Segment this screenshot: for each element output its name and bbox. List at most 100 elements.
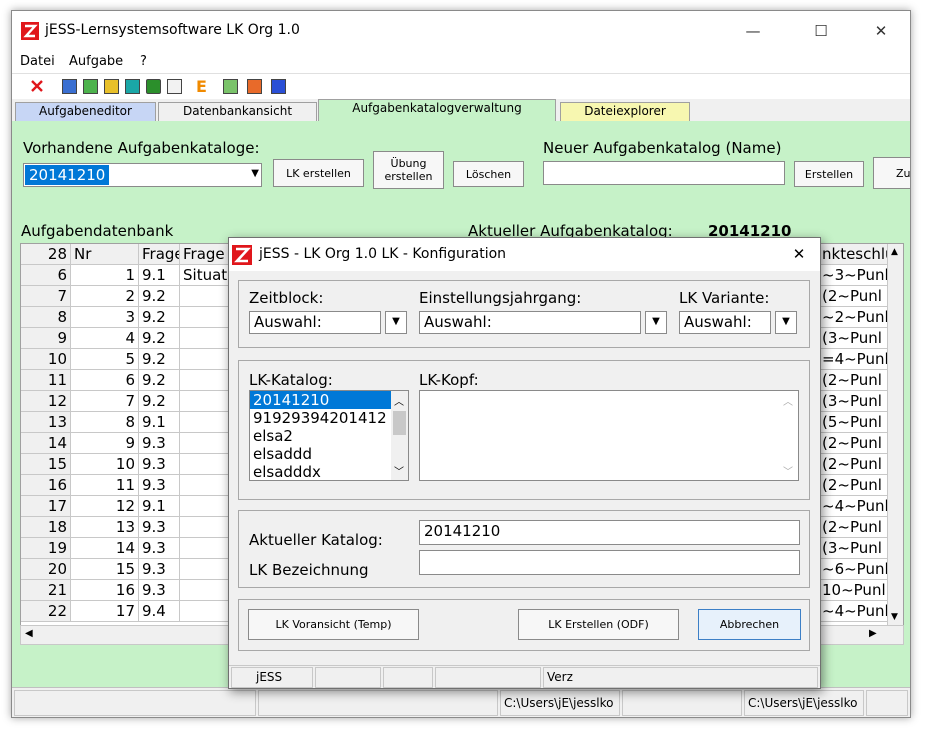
menu-datei[interactable]: Datei	[20, 54, 55, 69]
tab-aufgabeneditor[interactable]: Aufgabeneditor	[15, 102, 156, 121]
chevron-down-icon[interactable]: ▼	[251, 168, 259, 179]
row-header-cell[interactable]: 14	[21, 433, 71, 454]
aktueller-katalog-field[interactable]: 20141210	[419, 520, 800, 545]
list-item[interactable]: elsadddx	[250, 463, 391, 480]
catalog-cell[interactable]: ~3~Punl	[819, 265, 889, 286]
minimize-button[interactable]: —	[730, 11, 776, 51]
table-cell[interactable]: 14	[71, 538, 139, 559]
catalog-cell[interactable]: ~6~Punl	[819, 559, 889, 580]
scroll-left-icon[interactable]: ◀	[25, 628, 33, 639]
exit-icon[interactable]	[271, 79, 286, 94]
katalog-scrollbar[interactable]: ︿ ﹀	[391, 391, 408, 480]
table-cell[interactable]: 3	[71, 307, 139, 328]
catalog-cell[interactable]: (3~Punl	[819, 391, 889, 412]
zeitblock-select[interactable]: Auswahl:	[249, 311, 381, 334]
chevron-up-icon[interactable]: ︿	[394, 393, 404, 408]
katalog-scroll-thumb[interactable]	[393, 411, 406, 435]
catalog-cell[interactable]: (2~Punl	[819, 517, 889, 538]
table-cell[interactable]: 9.2	[139, 307, 180, 328]
list-item[interactable]: 20141210	[250, 391, 391, 409]
uebung-erstellen-button[interactable]: Übung erstellen	[373, 151, 444, 189]
scroll-down-icon[interactable]: ▼	[891, 612, 898, 622]
table-cell[interactable]: 9.2	[139, 370, 180, 391]
catalog-cell[interactable]: 10~Punl	[819, 580, 889, 601]
row-header-cell[interactable]: 15	[21, 454, 71, 475]
new-catalog-input[interactable]	[543, 161, 785, 185]
row-header-cell[interactable]: 9	[21, 328, 71, 349]
table-cell[interactable]: 9.3	[139, 475, 180, 496]
table-cell[interactable]: 9.1	[139, 412, 180, 433]
table-cell[interactable]: 15	[71, 559, 139, 580]
grid-header-frage[interactable]: Frage	[139, 244, 180, 265]
list-yellow-icon[interactable]	[104, 79, 119, 94]
row-header-cell[interactable]: 19	[21, 538, 71, 559]
menu-help[interactable]: ?	[140, 54, 147, 69]
table-cell[interactable]: 9	[71, 433, 139, 454]
table-cell[interactable]: 9.3	[139, 559, 180, 580]
lk-erstellen-button[interactable]: LK erstellen	[273, 159, 364, 187]
row-header-cell[interactable]: 16	[21, 475, 71, 496]
row-header-cell[interactable]: 8	[21, 307, 71, 328]
scroll-up-icon[interactable]: ▲	[891, 247, 898, 257]
catalog-cell[interactable]: (2~Punl	[819, 475, 889, 496]
grid-icon[interactable]	[223, 79, 238, 94]
folder-icon[interactable]	[146, 79, 161, 94]
table-cell[interactable]: 9.4	[139, 601, 180, 622]
catalog-cell[interactable]: (2~Punl	[819, 454, 889, 475]
catalog-cell[interactable]: ~4~Punl	[819, 601, 889, 622]
table-cell[interactable]: 9.3	[139, 517, 180, 538]
document-icon[interactable]	[167, 79, 182, 94]
menu-aufgabe[interactable]: Aufgabe	[69, 54, 123, 69]
table-cell[interactable]: 2	[71, 286, 139, 307]
row-header-cell[interactable]: 12	[21, 391, 71, 412]
puzzle-icon[interactable]	[247, 79, 262, 94]
catalog-cell[interactable]: (2~Punl	[819, 286, 889, 307]
row-header-cell[interactable]: 10	[21, 349, 71, 370]
zu-button[interactable]: Zu	[873, 157, 910, 189]
catalog-grid-header[interactable]: nkteschlü	[819, 244, 889, 265]
existing-catalog-select[interactable]: 20141210 ▼	[23, 163, 262, 187]
tab-aufgabenkatalogverwaltung[interactable]: Aufgabenkatalogverwaltung	[318, 99, 556, 121]
variante-dropdown-icon[interactable]: ▼	[775, 311, 797, 334]
table-cell[interactable]: 13	[71, 517, 139, 538]
list-item[interactable]: elsaddd	[250, 445, 391, 463]
jahrgang-dropdown-icon[interactable]: ▼	[645, 311, 667, 334]
table-cell[interactable]: 16	[71, 580, 139, 601]
catalog-cell[interactable]: (3~Punl	[819, 328, 889, 349]
table-cell[interactable]: 9.2	[139, 391, 180, 412]
abbrechen-button[interactable]: Abbrechen	[698, 609, 801, 640]
catalog-cell[interactable]: (2~Punl	[819, 433, 889, 454]
catalog-cell[interactable]: (5~Punl	[819, 412, 889, 433]
list-green-icon[interactable]	[83, 79, 98, 94]
catalog-cell[interactable]: ~2~Punl	[819, 307, 889, 328]
table-cell[interactable]: 10	[71, 454, 139, 475]
erstellen-button[interactable]: Erstellen	[794, 161, 864, 187]
row-header-cell[interactable]: 21	[21, 580, 71, 601]
table-cell[interactable]: 9.2	[139, 349, 180, 370]
lk-bezeichnung-input[interactable]	[419, 550, 800, 575]
row-header-cell[interactable]: 7	[21, 286, 71, 307]
lk-kopf-textarea[interactable]: ︿ ﹀	[419, 390, 799, 481]
zeitblock-dropdown-icon[interactable]: ▼	[385, 311, 407, 334]
chevron-down-icon[interactable]: ﹀	[394, 463, 404, 478]
table-cell[interactable]: 9.3	[139, 580, 180, 601]
table-cell[interactable]: 1	[71, 265, 139, 286]
maximize-button[interactable]: ☐	[798, 11, 844, 51]
dialog-close-button[interactable]: ✕	[781, 238, 817, 271]
loeschen-button[interactable]: Löschen	[453, 161, 524, 187]
lk-katalog-list[interactable]: 20141210 91929394201412 elsa2 elsaddd elsadd…	[249, 390, 409, 481]
row-header-cell[interactable]: 20	[21, 559, 71, 580]
row-header-cell[interactable]: 13	[21, 412, 71, 433]
delete-icon[interactable]	[30, 79, 44, 93]
list-item[interactable]: 91929394201412	[250, 409, 391, 427]
tab-dateiexplorer[interactable]: Dateiexplorer	[560, 102, 690, 121]
table-cell[interactable]: 9.2	[139, 286, 180, 307]
table-cell[interactable]: 4	[71, 328, 139, 349]
table-cell[interactable]: 7	[71, 391, 139, 412]
grid-header-nr[interactable]: Nr	[71, 244, 139, 265]
table-cell[interactable]: 9.1	[139, 496, 180, 517]
table-cell[interactable]: 9.3	[139, 433, 180, 454]
close-button[interactable]: ✕	[858, 11, 904, 51]
table-cell[interactable]: 9.3	[139, 538, 180, 559]
tab-datenbankansicht[interactable]: Datenbankansicht	[158, 102, 317, 121]
